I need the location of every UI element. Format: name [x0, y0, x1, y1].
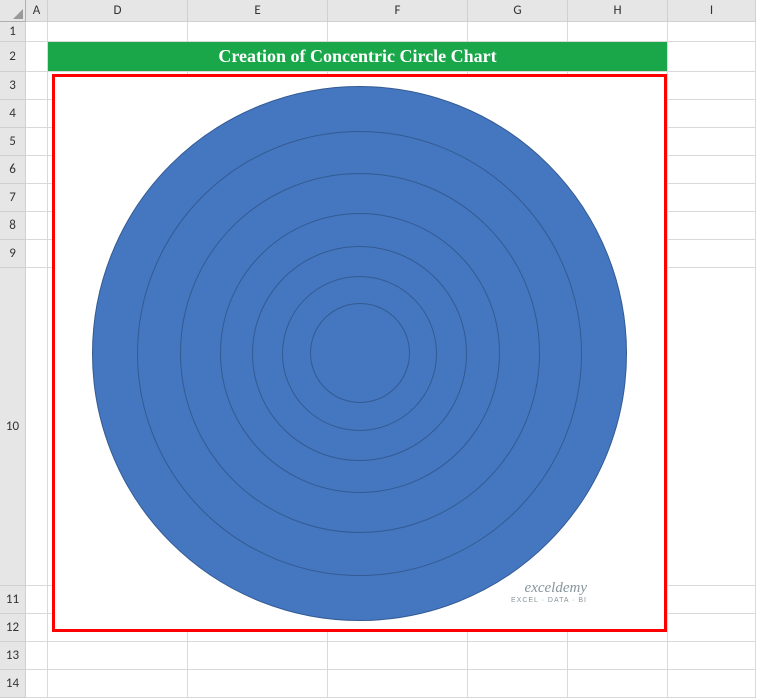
- watermark: exceldemy EXCEL · DATA · BI: [511, 580, 587, 604]
- cell[interactable]: [26, 100, 48, 128]
- row-header-14[interactable]: 14: [0, 670, 26, 698]
- col-header-H[interactable]: H: [568, 0, 668, 22]
- cell[interactable]: [26, 128, 48, 156]
- chart-object[interactable]: exceldemy EXCEL · DATA · BI: [52, 74, 667, 632]
- row-header-9[interactable]: 9: [0, 240, 26, 268]
- cell[interactable]: [26, 72, 48, 100]
- cell[interactable]: [468, 670, 568, 698]
- chart-plot-area[interactable]: [55, 77, 664, 629]
- cell[interactable]: [568, 642, 668, 670]
- title-merged-cell[interactable]: Creation of Concentric Circle Chart: [48, 42, 668, 72]
- cell[interactable]: [668, 642, 756, 670]
- cell[interactable]: [48, 670, 188, 698]
- cell[interactable]: [26, 670, 48, 698]
- cell[interactable]: [568, 670, 668, 698]
- cell[interactable]: [48, 22, 188, 42]
- cell[interactable]: [26, 240, 48, 268]
- col-header-D[interactable]: D: [48, 0, 188, 22]
- cell[interactable]: [26, 268, 48, 586]
- col-header-I[interactable]: I: [668, 0, 756, 22]
- cell[interactable]: [328, 670, 468, 698]
- row-header-2[interactable]: 2: [0, 42, 26, 72]
- row-header-11[interactable]: 11: [0, 586, 26, 614]
- cell[interactable]: [668, 670, 756, 698]
- col-header-A[interactable]: A: [26, 0, 48, 22]
- cell[interactable]: [668, 586, 756, 614]
- cell[interactable]: [668, 212, 756, 240]
- cell[interactable]: [26, 614, 48, 642]
- cell[interactable]: [468, 22, 568, 42]
- cell[interactable]: [668, 128, 756, 156]
- row-header-10[interactable]: 10: [0, 268, 26, 586]
- cell[interactable]: [26, 156, 48, 184]
- cell[interactable]: [26, 642, 48, 670]
- cell[interactable]: [188, 22, 328, 42]
- cell[interactable]: [668, 614, 756, 642]
- cell[interactable]: [668, 100, 756, 128]
- cell[interactable]: [26, 22, 48, 42]
- cell[interactable]: [188, 670, 328, 698]
- cell[interactable]: [26, 212, 48, 240]
- cell[interactable]: [668, 156, 756, 184]
- row-header-12[interactable]: 12: [0, 614, 26, 642]
- cell[interactable]: [188, 642, 328, 670]
- concentric-ring-7[interactable]: [310, 303, 410, 403]
- cell[interactable]: [668, 72, 756, 100]
- row-header-5[interactable]: 5: [0, 128, 26, 156]
- cell[interactable]: [328, 22, 468, 42]
- cell[interactable]: [468, 642, 568, 670]
- row-header-8[interactable]: 8: [0, 212, 26, 240]
- cell[interactable]: [328, 642, 468, 670]
- row-header-3[interactable]: 3: [0, 72, 26, 100]
- col-header-F[interactable]: F: [328, 0, 468, 22]
- cell[interactable]: [668, 22, 756, 42]
- row-header-1[interactable]: 1: [0, 22, 26, 42]
- select-all-corner[interactable]: [0, 0, 26, 22]
- cell[interactable]: [26, 586, 48, 614]
- cell[interactable]: [26, 184, 48, 212]
- watermark-text: exceldemy: [525, 580, 587, 596]
- cell[interactable]: [668, 268, 756, 586]
- col-header-E[interactable]: E: [188, 0, 328, 22]
- row-header-13[interactable]: 13: [0, 642, 26, 670]
- cell[interactable]: [668, 42, 756, 72]
- cell[interactable]: [48, 642, 188, 670]
- watermark-sub: EXCEL · DATA · BI: [511, 597, 587, 604]
- cell[interactable]: [568, 22, 668, 42]
- cell[interactable]: [668, 184, 756, 212]
- cell[interactable]: [668, 240, 756, 268]
- cell[interactable]: [26, 42, 48, 72]
- row-header-6[interactable]: 6: [0, 156, 26, 184]
- row-header-7[interactable]: 7: [0, 184, 26, 212]
- col-header-G[interactable]: G: [468, 0, 568, 22]
- row-header-4[interactable]: 4: [0, 100, 26, 128]
